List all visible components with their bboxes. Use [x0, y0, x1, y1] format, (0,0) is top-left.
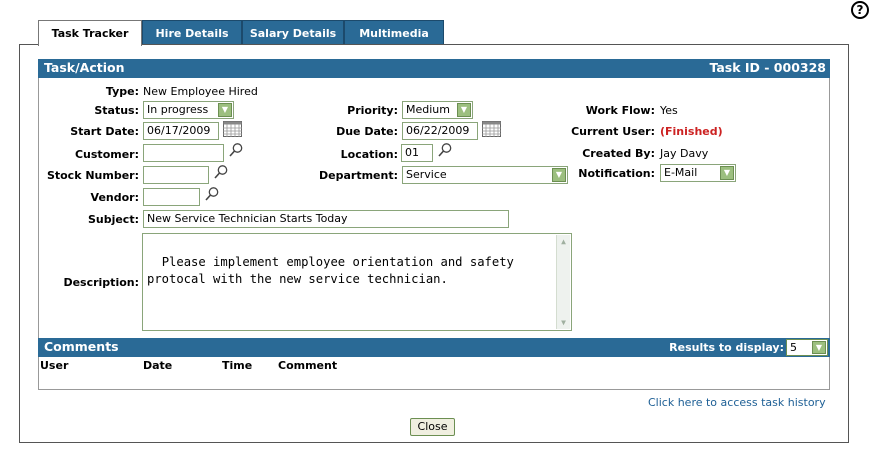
tab-bar: Task Tracker Hire Details Salary Details… [38, 20, 444, 46]
notification-label: Notification: [578, 167, 655, 180]
results-to-display-value: 5 [790, 341, 797, 354]
column-header-comment[interactable]: Comment [278, 359, 337, 372]
priority-label: Priority: [347, 104, 398, 117]
customer-label: Customer: [74, 148, 139, 161]
priority-select[interactable]: Medium ▼ [402, 101, 473, 119]
status-select[interactable]: In progress ▼ [143, 101, 234, 119]
chevron-down-icon: ▼ [457, 103, 471, 117]
department-value: Service [406, 168, 447, 181]
scroll-up-icon[interactable]: ▲ [557, 235, 570, 248]
subject-input[interactable]: New Service Technician Starts Today [143, 210, 509, 228]
tab-salary-details[interactable]: Salary Details [242, 20, 344, 45]
task-id: Task ID - 000328 [709, 60, 826, 75]
workflow-label: Work Flow: [585, 104, 655, 117]
search-icon[interactable] [228, 142, 244, 158]
search-icon[interactable] [437, 142, 453, 158]
created-by-value: Jay Davy [660, 147, 709, 160]
help-icon[interactable]: ? [851, 1, 869, 19]
subject-value: New Service Technician Starts Today [147, 212, 348, 225]
column-header-time[interactable]: Time [222, 359, 252, 372]
due-date-label: Due Date: [336, 125, 398, 138]
results-to-display-label: Results to display: [669, 341, 784, 354]
search-icon[interactable] [213, 164, 229, 180]
tab-multimedia[interactable]: Multimedia [344, 20, 444, 45]
tab-task-tracker[interactable]: Task Tracker [38, 20, 142, 46]
start-date-value: 06/17/2009 [147, 124, 211, 137]
task-action-title: Task/Action [44, 60, 125, 75]
workflow-value: Yes [660, 104, 678, 117]
department-label: Department: [319, 169, 398, 182]
due-date-field[interactable]: 06/22/2009 [402, 122, 478, 140]
location-value: 01 [405, 146, 419, 159]
column-header-date[interactable]: Date [143, 359, 172, 372]
notification-value: E-Mail [664, 166, 698, 179]
start-date-label: Start Date: [70, 125, 139, 138]
notification-select[interactable]: E-Mail ▼ [660, 164, 736, 182]
tab-hire-details[interactable]: Hire Details [142, 20, 242, 45]
close-button[interactable]: Close [410, 418, 455, 436]
description-scrollbar[interactable]: ▲ ▼ [556, 235, 570, 329]
calendar-icon[interactable] [223, 121, 242, 137]
chevron-down-icon: ▼ [720, 166, 734, 180]
status-label: Status: [94, 104, 139, 117]
department-select[interactable]: Service ▼ [402, 166, 568, 184]
task-action-header: Task/Action Task ID - 000328 [38, 59, 830, 78]
customer-input[interactable] [143, 144, 224, 162]
scroll-down-icon[interactable]: ▼ [557, 316, 570, 329]
comments-header: Comments Results to display: 5 ▼ [38, 338, 830, 357]
type-value: New Employee Hired [143, 85, 258, 98]
description-label: Description: [63, 276, 139, 289]
stock-number-input[interactable] [143, 166, 209, 184]
description-value: Please implement employee orientation an… [147, 255, 514, 286]
subject-label: Subject: [87, 213, 139, 226]
current-user-label: Current User: [571, 125, 655, 138]
description-textarea[interactable]: Please implement employee orientation an… [142, 233, 572, 331]
column-header-user[interactable]: User [40, 359, 68, 372]
comments-title: Comments [44, 339, 119, 354]
current-user-value: (Finished) [660, 125, 723, 138]
vendor-label: Vendor: [90, 191, 139, 204]
chevron-down-icon: ▼ [218, 103, 232, 117]
location-input[interactable]: 01 [401, 144, 433, 162]
location-label: Location: [340, 148, 398, 161]
due-date-value: 06/22/2009 [406, 124, 470, 137]
created-by-label: Created By: [582, 147, 655, 160]
search-icon[interactable] [204, 186, 220, 202]
task-history-link[interactable]: Click here to access task history [648, 396, 826, 409]
start-date-field[interactable]: 06/17/2009 [143, 122, 219, 140]
chevron-down-icon: ▼ [812, 341, 826, 354]
status-value: In progress [147, 103, 209, 116]
vendor-input[interactable] [143, 188, 200, 206]
stock-number-label: Stock Number: [46, 169, 139, 182]
results-to-display-select[interactable]: 5 ▼ [786, 339, 828, 356]
chevron-down-icon: ▼ [552, 168, 566, 182]
calendar-icon[interactable] [482, 121, 501, 137]
type-label: Type: [105, 85, 139, 98]
priority-value: Medium [406, 103, 450, 116]
